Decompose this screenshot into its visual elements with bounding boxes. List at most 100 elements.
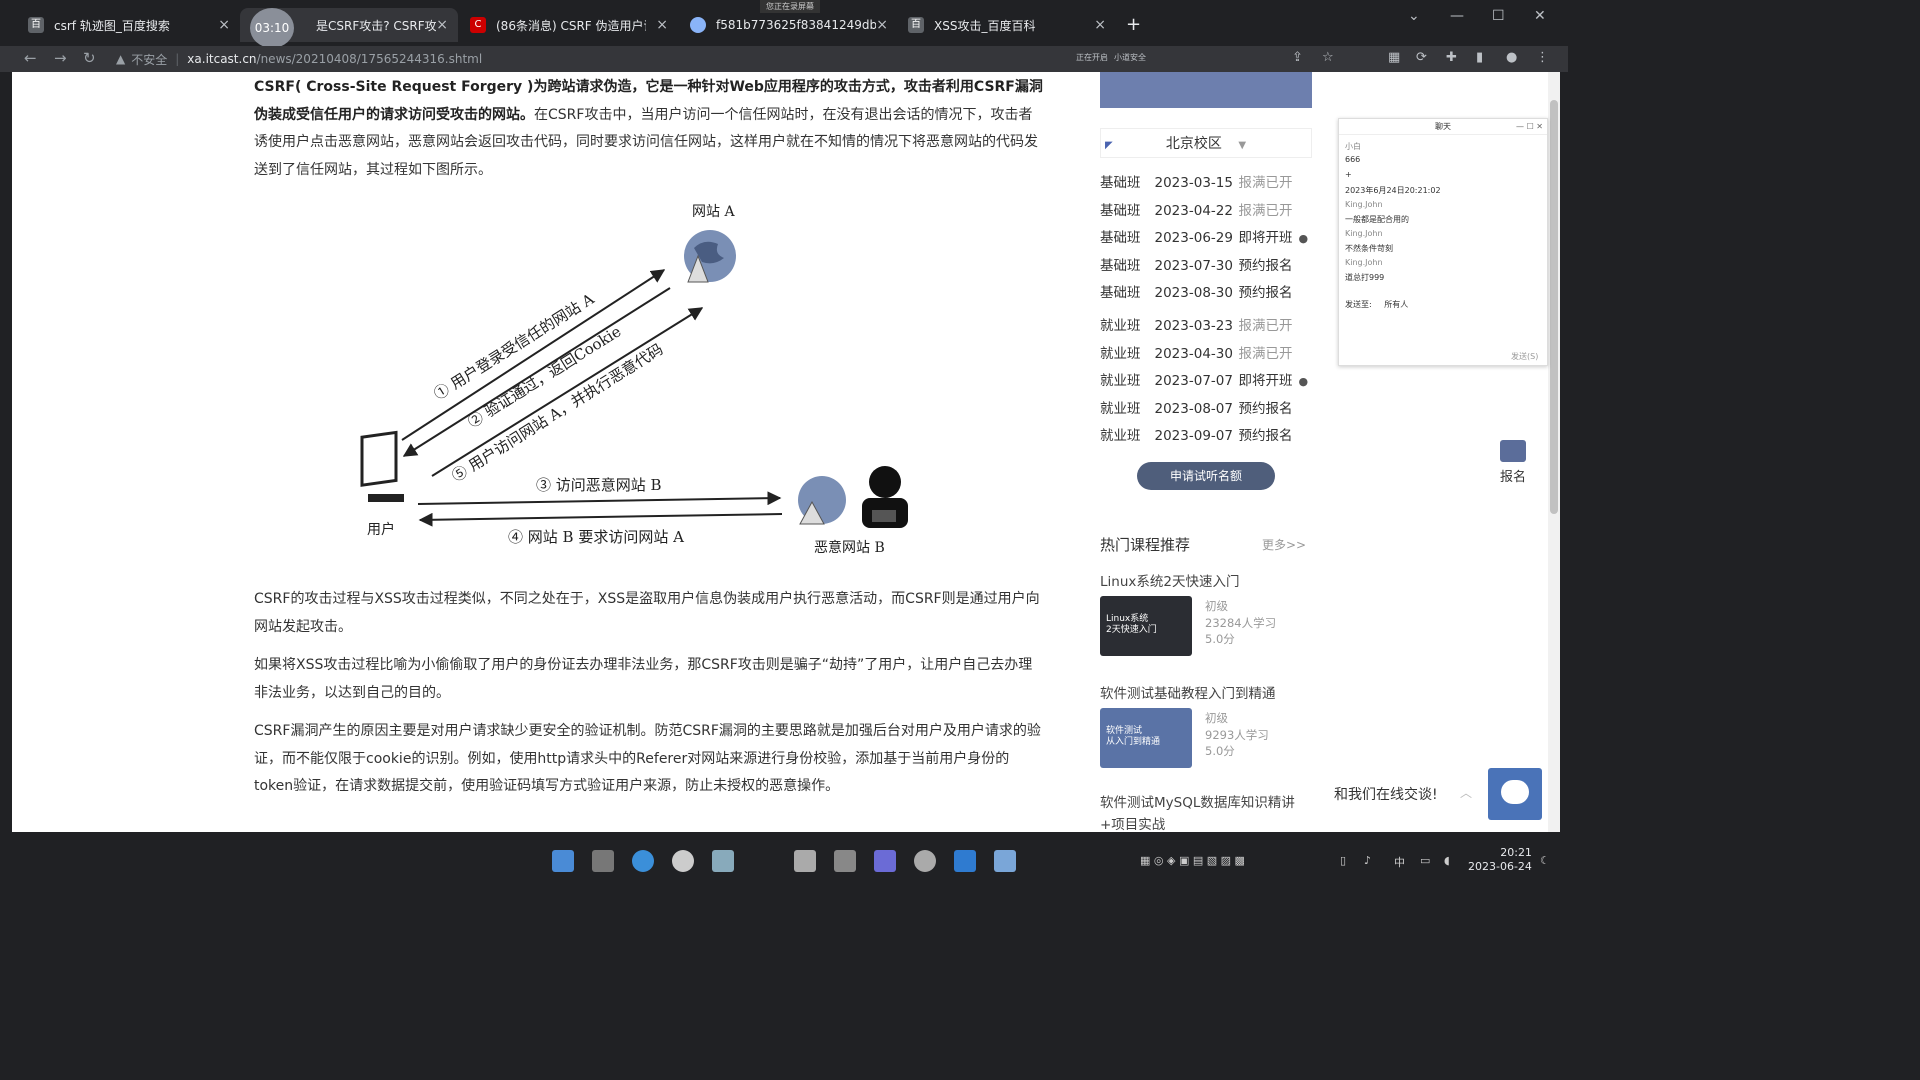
clock-time: 20:21	[1500, 846, 1532, 859]
app-icon[interactable]	[712, 850, 734, 872]
globe-favicon-icon	[690, 17, 706, 33]
tab-csrf-search[interactable]: 百 csrf 轨迹图_百度搜索 ×	[18, 8, 240, 42]
address-bar[interactable]: ▲ 不安全 | xa.itcast.cn /news/20210408/1756…	[116, 48, 1076, 70]
arrow-step4	[418, 512, 783, 527]
toolbar-status-text: 小道安全	[1114, 53, 1146, 62]
campus-select[interactable]: ◤ 北京校区 ▼	[1100, 128, 1312, 158]
article-paragraph: 如果将XSS攻击过程比喻为小偷偷取了用户的身份证去办理非法业务，那CSRF攻击则…	[254, 657, 1033, 701]
vscode-icon[interactable]	[954, 850, 976, 872]
page-scrollbar[interactable]	[1548, 72, 1560, 832]
puzzle-extensions-icon[interactable]: ✚	[1446, 50, 1457, 65]
online-chat-widget[interactable]: 和我们在线交谈! ︿	[1332, 768, 1542, 820]
class-status: 即将开班	[1238, 230, 1293, 246]
tab-title: csrf 轨迹图_百度搜索	[54, 18, 170, 33]
class-type: 就业班	[1100, 346, 1141, 362]
schedule-row[interactable]: 就业班 2023-09-07 预约报名	[1100, 424, 1293, 444]
schedule-row[interactable]: 基础班 2023-07-30 预约报名	[1100, 254, 1293, 274]
maximize-button[interactable]: ☐	[1492, 8, 1505, 24]
fire-icon: ●	[1298, 232, 1309, 245]
reload-icon[interactable]: ↻	[83, 49, 96, 67]
apply-trial-button[interactable]: 申请试听名额	[1137, 462, 1275, 490]
class-date: 2023-08-07	[1154, 401, 1233, 417]
app-icon[interactable]	[914, 850, 936, 872]
schedule-row[interactable]: 就业班 2023-04-30 报满已开	[1100, 342, 1293, 362]
volume-icon[interactable]: ◖	[1444, 854, 1450, 867]
close-window-button[interactable]: ✕	[1534, 8, 1546, 24]
schedule-row[interactable]: 基础班 2023-03-15 报满已开	[1100, 171, 1293, 191]
tab-xss-baike[interactable]: 百 XSS攻击_百度百科 ×	[898, 8, 1116, 42]
hot-courses-title: 热门课程推荐	[1100, 536, 1191, 554]
chat-window-controls[interactable]: — ☐ ✕	[1516, 119, 1543, 135]
share-icon[interactable]: ⇪	[1292, 50, 1303, 65]
campus-label: 北京校区	[1165, 136, 1222, 152]
schedule-row[interactable]: 就业班 2023-07-07 即将开班 ●	[1100, 369, 1308, 389]
course-link[interactable]: 软件测试MySQL数据库知识精讲+项目实战	[1100, 792, 1312, 832]
start-windows-icon[interactable]	[552, 850, 574, 872]
windows-taskbar: ▦ ◎ ◈ ▣ ▤ ▧ ▨ ▩ ▯ ♪ 中 ▭ ◖ 20:21 2023-06-…	[0, 832, 1568, 882]
banner-image[interactable]	[1100, 72, 1312, 108]
course-level: 初级	[1205, 599, 1228, 613]
course-thumbnail[interactable]: Linux系统 2天快速入门	[1100, 596, 1192, 656]
recipient-select[interactable]: 所有人	[1384, 300, 1408, 309]
send-button[interactable]: 发送(S)	[1511, 351, 1538, 362]
chrome-browser-icon[interactable]	[672, 850, 694, 872]
new-tab-button[interactable]: +	[1126, 14, 1141, 35]
file-explorer-icon[interactable]	[592, 850, 614, 872]
sync-icon[interactable]: ⟳	[1416, 50, 1427, 65]
chevron-up-icon[interactable]: ︿	[1460, 784, 1472, 801]
tab-close-icon[interactable]: ×	[436, 17, 448, 33]
ime-indicator[interactable]: 中	[1394, 854, 1405, 870]
schedule-row[interactable]: 基础班 2023-08-30 预约报名	[1100, 281, 1293, 301]
minimize-button[interactable]: —	[1450, 8, 1464, 24]
tab-search-chevron-icon[interactable]: ⌄	[1408, 8, 1420, 24]
edge-browser-icon[interactable]	[632, 850, 654, 872]
app-icon[interactable]	[994, 850, 1016, 872]
network-icon[interactable]: ▭	[1420, 854, 1430, 867]
schedule-row[interactable]: 基础班 2023-04-22 报满已开	[1100, 199, 1293, 219]
system-clock[interactable]: 20:21 2023-06-24	[1468, 846, 1532, 874]
course-link[interactable]: Linux系统2天快速入门	[1100, 570, 1239, 590]
app-icon[interactable]	[834, 850, 856, 872]
tab-title: f581b773625f83841249db43	[716, 18, 876, 32]
tab-close-icon[interactable]: ×	[876, 17, 888, 33]
profile-icon[interactable]: ●	[1506, 50, 1517, 65]
mic-icon[interactable]: ♪	[1364, 854, 1371, 867]
tab-close-icon[interactable]: ×	[1094, 17, 1106, 33]
class-status: 报满已开	[1238, 203, 1293, 219]
schedule-row[interactable]: 基础班 2023-06-29 即将开班 ●	[1100, 226, 1308, 246]
notification-icon[interactable]: ☾	[1540, 854, 1550, 867]
back-arrow-icon[interactable]: ←	[24, 49, 37, 67]
class-date: 2023-08-30	[1154, 285, 1233, 301]
class-type: 基础班	[1100, 175, 1141, 191]
side-panel-icon[interactable]: ▮	[1476, 50, 1483, 65]
app-icon[interactable]	[794, 850, 816, 872]
signup-float-button[interactable]: 报名	[1478, 432, 1548, 492]
tab-title: (86条消息) CSRF 伪造用户请求	[496, 18, 646, 33]
extension-icon[interactable]: ▦	[1388, 50, 1400, 65]
app-p-icon[interactable]	[874, 850, 896, 872]
intro-paragraph: CSRF( Cross-Site Request Forgery )为跨站请求伪…	[254, 74, 1044, 184]
user-computer-icon	[360, 430, 404, 502]
course-link[interactable]: 软件测试基础教程入门到精通	[1100, 682, 1276, 702]
course-thumbnail[interactable]: 软件测试 从入门到精通	[1100, 708, 1192, 768]
tray-icons[interactable]: ▦ ◎ ◈ ▣ ▤ ▧ ▨ ▩	[1140, 854, 1245, 867]
class-status: 预约报名	[1238, 285, 1293, 301]
bookmark-star-icon[interactable]: ☆	[1322, 50, 1334, 65]
forward-arrow-icon[interactable]: →	[54, 49, 67, 67]
class-date: 2023-03-23	[1154, 318, 1233, 334]
tab-close-icon[interactable]: ×	[218, 17, 230, 33]
phone-icon[interactable]: ▯	[1340, 854, 1346, 867]
class-type: 就业班	[1100, 373, 1141, 389]
tab-csrf-csdn[interactable]: C (86条消息) CSRF 伪造用户请求 ×	[460, 8, 678, 42]
schedule-row[interactable]: 就业班 2023-08-07 预约报名	[1100, 397, 1293, 417]
schedule-row[interactable]: 就业班 2023-03-23 报满已开	[1100, 314, 1293, 334]
step4-label: ④ 网站 B 要求访问网站 A	[508, 528, 684, 546]
course-meta: 初级 23284人学习 5.0分	[1205, 598, 1276, 648]
scrollbar-thumb[interactable]	[1550, 100, 1558, 514]
more-courses-link[interactable]: 更多>>	[1262, 536, 1306, 553]
menu-kebab-icon[interactable]: ⋮	[1536, 50, 1549, 65]
tab-hash[interactable]: f581b773625f83841249db43 ×	[680, 8, 898, 42]
chat-bubble-icon[interactable]	[1488, 768, 1542, 820]
tab-close-icon[interactable]: ×	[656, 17, 668, 33]
browser-toolbar: ← → ↻ ▲ 不安全 | xa.itcast.cn /news/2021040…	[0, 46, 1568, 72]
